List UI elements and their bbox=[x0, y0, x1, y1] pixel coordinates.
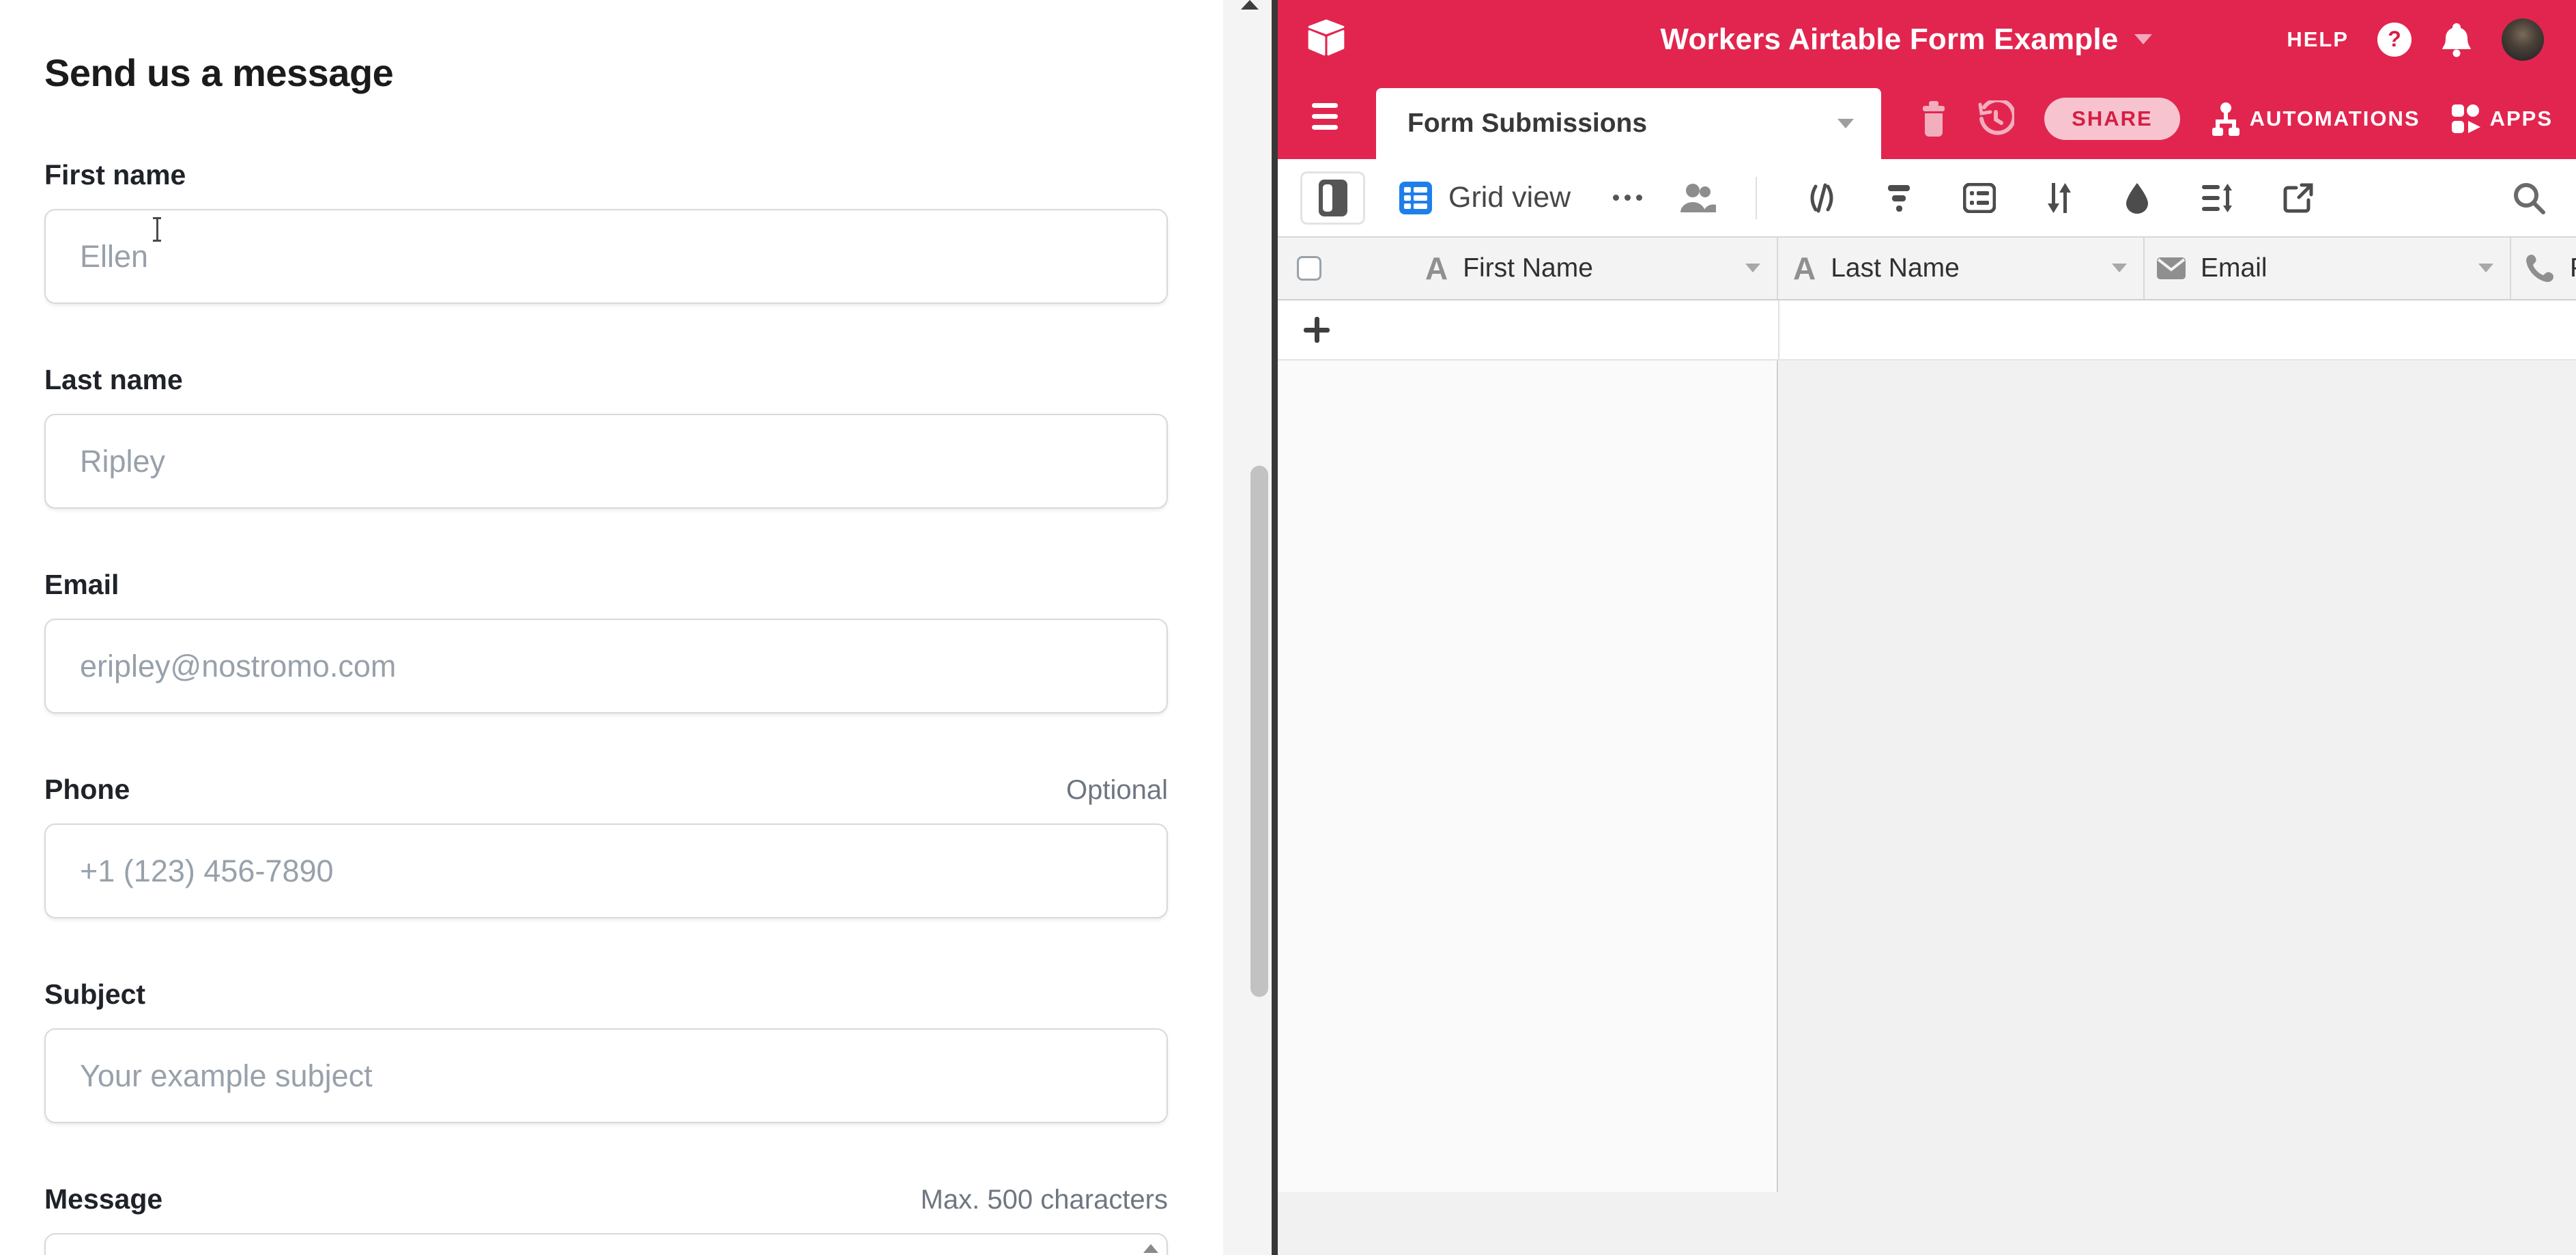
column-caret-icon[interactable] bbox=[1745, 264, 1760, 272]
view-name[interactable]: Grid view bbox=[1448, 181, 1571, 214]
field-subject: Subject bbox=[44, 978, 1168, 1123]
hide-fields-icon[interactable] bbox=[1806, 182, 1837, 214]
email-input[interactable] bbox=[44, 619, 1168, 714]
phone-optional-hint: Optional bbox=[1066, 775, 1168, 806]
base-title-caret-icon[interactable] bbox=[2134, 34, 2152, 44]
column-label: Last Name bbox=[1831, 253, 1960, 283]
collaborators-icon[interactable] bbox=[1679, 182, 1717, 214]
field-last-name: Last name bbox=[44, 364, 1168, 509]
single-line-text-field-icon: A bbox=[1793, 250, 1816, 287]
message-max-chars-hint: Max. 500 characters bbox=[921, 1185, 1168, 1215]
toolbar-divider bbox=[1756, 177, 1757, 219]
view-sidebar-toggle-button[interactable] bbox=[1300, 171, 1365, 225]
select-all-checkbox[interactable] bbox=[1297, 256, 1321, 281]
phone-field-icon bbox=[2525, 253, 2555, 283]
message-label: Message bbox=[44, 1183, 162, 1215]
topbar-actions: HELP ? bbox=[2287, 0, 2544, 79]
share-label: SHARE bbox=[2072, 107, 2153, 131]
share-button[interactable]: SHARE bbox=[2044, 98, 2180, 140]
text-cursor-icon bbox=[152, 217, 162, 242]
search-icon[interactable] bbox=[2512, 181, 2546, 215]
field-first-name: First name bbox=[44, 159, 1168, 304]
textarea-scrollbar[interactable] bbox=[1142, 1240, 1160, 1255]
first-name-input[interactable] bbox=[44, 209, 1168, 304]
view-toolbar: Grid view bbox=[1278, 159, 2576, 238]
view-options-ellipsis-icon[interactable] bbox=[1613, 195, 1642, 201]
scrollbar-up-arrow-icon[interactable] bbox=[1241, 0, 1259, 10]
message-textarea[interactable] bbox=[44, 1233, 1168, 1255]
single-line-text-field-icon: A bbox=[1425, 250, 1448, 287]
page-scrollbar[interactable] bbox=[1223, 0, 1272, 1255]
field-message: Message Max. 500 characters bbox=[44, 1183, 1168, 1255]
email-label: Email bbox=[44, 569, 119, 601]
grid-header-row: A First Name A Last Name Email bbox=[1278, 238, 2576, 300]
automations-button[interactable]: AUTOMATIONS bbox=[2210, 102, 2420, 136]
tabbar-actions: SHARE AUTOMATIONS bbox=[1920, 79, 2553, 159]
subject-input[interactable] bbox=[44, 1028, 1168, 1123]
column-header-last-name[interactable]: A Last Name bbox=[1778, 238, 2145, 299]
column-divider bbox=[1778, 300, 1779, 359]
last-name-label: Last name bbox=[44, 364, 183, 396]
contact-form-pane: Send us a message First name Last name E… bbox=[0, 0, 1223, 1255]
textarea-scrollbar-up-icon[interactable] bbox=[1143, 1244, 1158, 1253]
apps-label: APPS bbox=[2490, 107, 2553, 131]
screen: Send us a message First name Last name E… bbox=[0, 0, 2576, 1255]
phone-input[interactable] bbox=[44, 823, 1168, 918]
sort-icon[interactable] bbox=[2045, 182, 2074, 214]
pane-divider bbox=[1272, 0, 1278, 1255]
grid-empty-right bbox=[1778, 361, 2576, 1192]
sidebar-panel-icon bbox=[1319, 180, 1347, 216]
phone-label: Phone bbox=[44, 774, 130, 806]
grid-view-icon[interactable] bbox=[1399, 182, 1432, 214]
user-avatar[interactable] bbox=[2502, 18, 2544, 61]
last-name-input[interactable] bbox=[44, 414, 1168, 509]
column-header-phone[interactable]: Phone bbox=[2511, 238, 2576, 299]
trash-icon[interactable] bbox=[1920, 101, 1947, 137]
apps-button[interactable]: APPS bbox=[2450, 103, 2553, 135]
airtable-pane: Workers Airtable Form Example HELP ? For… bbox=[1278, 0, 2576, 1255]
base-title-text: Workers Airtable Form Example bbox=[1661, 23, 2119, 57]
column-header-first-name[interactable]: A First Name bbox=[1278, 238, 1778, 299]
form-title: Send us a message bbox=[44, 51, 1223, 95]
automations-icon bbox=[2210, 102, 2242, 136]
column-caret-icon[interactable] bbox=[2478, 264, 2493, 272]
column-label: Email bbox=[2201, 253, 2267, 283]
notifications-bell-icon[interactable] bbox=[2440, 22, 2473, 57]
column-header-email[interactable]: Email bbox=[2145, 238, 2511, 299]
add-record-plus-icon[interactable] bbox=[1304, 317, 1330, 343]
airtable-topbar: Workers Airtable Form Example HELP ? bbox=[1278, 0, 2576, 79]
airtable-tabbar: Form Submissions bbox=[1278, 79, 2576, 159]
help-button[interactable]: HELP bbox=[2287, 27, 2349, 52]
column-label: First Name bbox=[1463, 253, 1593, 283]
tab-caret-icon[interactable] bbox=[1837, 119, 1854, 128]
apps-icon bbox=[2450, 103, 2482, 135]
filter-icon[interactable] bbox=[1887, 182, 1914, 214]
grid-empty-area bbox=[1278, 361, 2576, 1192]
base-title[interactable]: Workers Airtable Form Example bbox=[1661, 23, 2153, 57]
airtable-logo-icon[interactable] bbox=[1305, 18, 1347, 60]
column-caret-icon[interactable] bbox=[2112, 264, 2127, 272]
color-icon[interactable] bbox=[2123, 182, 2151, 214]
row-height-icon[interactable] bbox=[2201, 182, 2233, 214]
grid-empty-left bbox=[1278, 361, 1778, 1192]
group-icon[interactable] bbox=[1963, 183, 1996, 213]
hamburger-menu-icon[interactable] bbox=[1312, 103, 1338, 130]
field-phone: Phone Optional bbox=[44, 774, 1168, 918]
tab-form-submissions[interactable]: Form Submissions bbox=[1376, 88, 1881, 159]
column-label: Phone bbox=[2570, 253, 2576, 283]
first-name-label: First name bbox=[44, 159, 186, 191]
automations-label: AUTOMATIONS bbox=[2250, 107, 2420, 131]
add-record-row[interactable] bbox=[1278, 300, 2576, 361]
email-field-icon bbox=[2157, 257, 2186, 279]
field-email: Email bbox=[44, 569, 1168, 714]
help-question-icon[interactable]: ? bbox=[2377, 23, 2412, 57]
history-icon[interactable] bbox=[1977, 100, 2014, 137]
tab-label: Form Submissions bbox=[1407, 109, 1647, 139]
subject-label: Subject bbox=[44, 978, 145, 1011]
share-view-icon[interactable] bbox=[2282, 182, 2314, 214]
scrollbar-thumb[interactable] bbox=[1250, 466, 1268, 997]
